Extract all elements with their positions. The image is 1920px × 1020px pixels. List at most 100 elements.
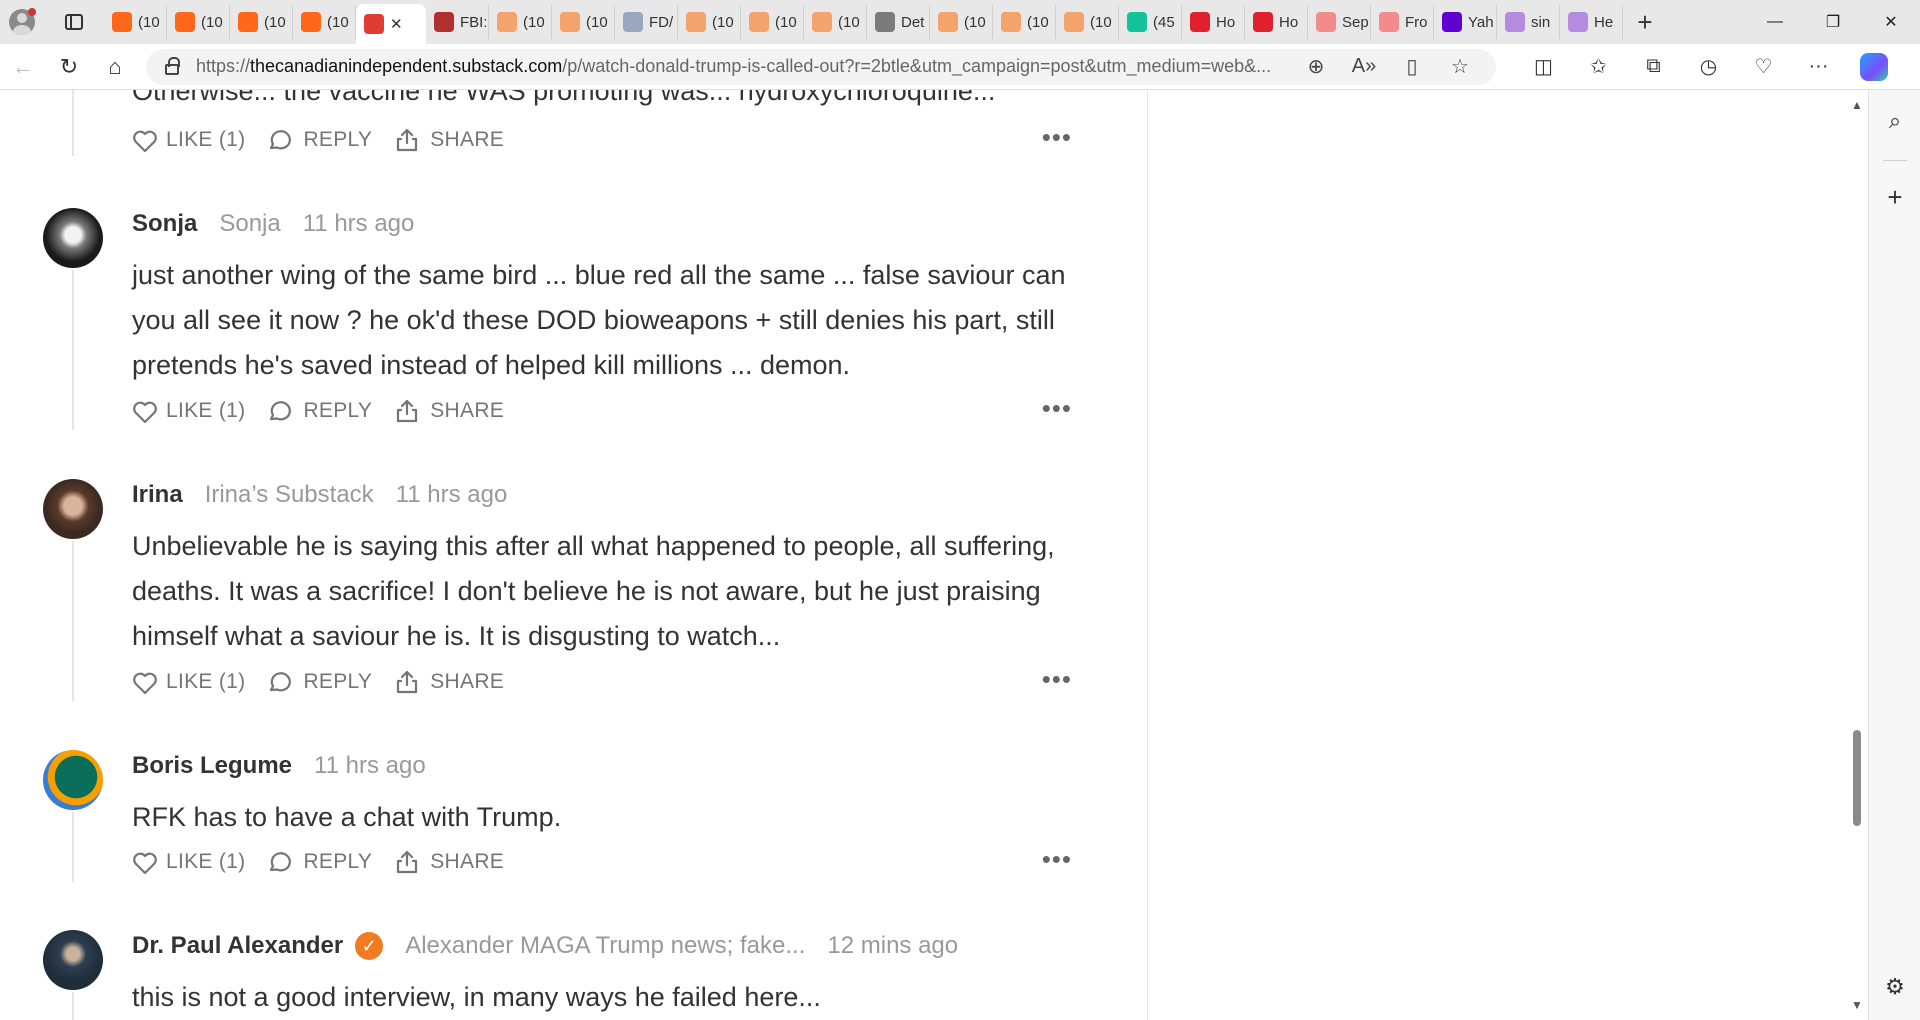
reply-button[interactable]: REPLY <box>267 399 372 423</box>
browser-tab[interactable]: (10 <box>552 5 615 39</box>
more-menu-icon[interactable]: ··· <box>1791 44 1846 90</box>
tab-title: (10 <box>586 13 608 31</box>
browser-tab[interactable]: Det <box>867 5 930 39</box>
comment-time[interactable]: 11 hrs ago <box>396 481 508 509</box>
sidebar-divider <box>1883 160 1907 161</box>
new-tab-button[interactable]: + <box>1627 4 1663 40</box>
close-window-button[interactable]: ✕ <box>1862 0 1920 44</box>
commenter-name[interactable]: Sonja <box>132 210 197 238</box>
share-button[interactable]: SHARE <box>394 849 504 875</box>
commenter-name[interactable]: Dr. Paul Alexander <box>132 932 343 960</box>
browser-tab[interactable]: (10 <box>930 5 993 39</box>
scroll-up-arrow-icon[interactable]: ▲ <box>1851 98 1863 112</box>
share-button[interactable]: SHARE <box>394 398 504 424</box>
back-button[interactable]: ← <box>0 44 46 90</box>
avatar[interactable] <box>43 208 103 268</box>
heart-icon <box>132 671 157 695</box>
copilot-button[interactable] <box>1846 44 1901 90</box>
comment-actions: LIKE (1) REPLY SHARE ••• <box>132 842 1092 882</box>
like-button[interactable]: LIKE (1) <box>132 670 245 695</box>
refresh-button[interactable]: ↻ <box>46 44 92 90</box>
reply-button[interactable]: REPLY <box>267 670 372 694</box>
tab-title: (10 <box>838 13 860 31</box>
url-text[interactable]: https://thecanadianindependent.substack.… <box>196 56 1292 77</box>
close-tab-icon[interactable]: ✕ <box>390 15 403 33</box>
browser-tab[interactable]: Ho <box>1245 5 1308 39</box>
browser-tab[interactable]: (10 <box>230 5 293 39</box>
share-button[interactable]: SHARE <box>394 669 504 695</box>
page-scrollbar[interactable]: ▲ ▼ <box>1846 90 1868 1020</box>
avatar[interactable] <box>43 750 103 810</box>
browser-tab[interactable]: Sep <box>1308 5 1371 39</box>
comment-meta: Boris Legume 11 hrs ago <box>132 752 426 780</box>
share-button[interactable]: SHARE <box>394 127 504 153</box>
scroll-down-arrow-icon[interactable]: ▼ <box>1851 998 1863 1012</box>
favorites-icon[interactable]: ✩ <box>1571 44 1626 90</box>
commenter-name[interactable]: Boris Legume <box>132 752 292 780</box>
commenter-publication[interactable]: Sonja <box>219 210 280 238</box>
comment-bubble-icon <box>267 670 293 694</box>
browser-tab[interactable]: (10 <box>489 5 552 39</box>
like-button[interactable]: LIKE (1) <box>132 399 246 424</box>
substack-favicon-icon <box>560 12 580 32</box>
more-options-button[interactable]: ••• <box>1042 666 1072 692</box>
scrollbar-thumb[interactable] <box>1853 730 1861 826</box>
performance-icon[interactable]: ♡ <box>1736 44 1791 90</box>
tab-title: (10 <box>712 13 734 31</box>
tab-actions-button[interactable] <box>44 0 104 44</box>
split-screen-icon[interactable]: ◫ <box>1516 44 1571 90</box>
browser-tab[interactable]: (10 <box>104 5 167 39</box>
browser-tab[interactable]: (45 <box>1119 5 1182 39</box>
comment-time[interactable]: 12 mins ago <box>827 932 958 960</box>
immersive-reader-icon[interactable]: ▯ <box>1388 54 1436 79</box>
like-button[interactable]: LIKE (1) <box>132 128 245 153</box>
reply-button[interactable]: REPLY <box>267 128 372 152</box>
profile-button[interactable] <box>0 0 44 44</box>
favorite-star-icon[interactable]: ☆ <box>1436 54 1484 79</box>
youtube-favicon-icon <box>1379 12 1399 32</box>
restore-button[interactable]: ❐ <box>1804 0 1862 44</box>
comment-time[interactable]: 11 hrs ago <box>303 210 415 238</box>
browser-tab[interactable]: (10 <box>167 5 230 39</box>
history-icon[interactable]: ◷ <box>1681 44 1736 90</box>
browser-tab[interactable]: (10 <box>293 5 356 39</box>
browser-tab-active[interactable]: ✕ <box>356 4 426 44</box>
browser-tab[interactable]: (10 <box>804 5 867 39</box>
commenter-publication[interactable]: Alexander MAGA Trump news; fake... <box>405 932 805 960</box>
browser-tab[interactable]: Fro <box>1371 5 1434 39</box>
browser-tab[interactable]: Yah <box>1434 5 1497 39</box>
commenter-publication[interactable]: Irina’s Substack <box>205 481 374 509</box>
browser-tab[interactable]: FBI: <box>426 5 489 39</box>
read-aloud-icon[interactable]: A» <box>1340 55 1388 78</box>
commenter-name[interactable]: Irina <box>132 481 183 509</box>
g-favicon-icon <box>1127 12 1147 32</box>
browser-tab[interactable]: (10 <box>741 5 804 39</box>
sidebar-search-icon[interactable]: ⌕ <box>1869 108 1920 134</box>
browser-tab[interactable]: sin <box>1497 5 1560 39</box>
avatar[interactable] <box>43 479 103 539</box>
browser-tab[interactable]: Ho <box>1182 5 1245 39</box>
more-options-button[interactable]: ••• <box>1042 124 1072 150</box>
reply-button[interactable]: REPLY <box>267 850 372 874</box>
browser-tab[interactable]: He <box>1560 5 1623 39</box>
site-info-button[interactable] <box>158 57 186 75</box>
address-bar[interactable]: https://thecanadianindependent.substack.… <box>146 48 1496 85</box>
browser-tab[interactable]: (10 <box>1056 5 1119 39</box>
like-button[interactable]: LIKE (1) <box>132 850 245 875</box>
collections-icon[interactable]: ⧉ <box>1626 44 1681 90</box>
browser-tab[interactable]: (10 <box>678 5 741 39</box>
minimize-button[interactable]: — <box>1746 0 1804 44</box>
zoom-icon[interactable]: ⊕ <box>1292 54 1340 79</box>
like-label: LIKE (1) <box>166 399 246 422</box>
avatar[interactable] <box>43 930 103 990</box>
tab-title: (10 <box>523 13 545 31</box>
more-options-button[interactable]: ••• <box>1042 846 1072 872</box>
more-options-button[interactable]: ••• <box>1042 395 1072 421</box>
browser-tab[interactable]: (10 <box>993 5 1056 39</box>
substack-favicon-icon <box>238 12 258 32</box>
home-button[interactable]: ⌂ <box>92 44 138 90</box>
comment-time[interactable]: 11 hrs ago <box>314 752 426 780</box>
sidebar-settings-icon[interactable]: ⚙ <box>1869 974 1920 1000</box>
browser-tab[interactable]: FD/ <box>615 5 678 39</box>
sidebar-add-icon[interactable]: + <box>1869 182 1920 213</box>
